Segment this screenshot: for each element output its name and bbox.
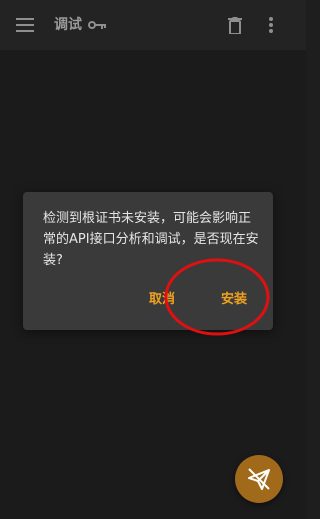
key-button[interactable] <box>87 15 107 35</box>
delete-button[interactable] <box>225 14 245 36</box>
install-button[interactable]: 安装 <box>221 290 247 310</box>
more-vertical-icon <box>269 17 273 33</box>
page-title: 调试 <box>54 17 82 33</box>
capture-toggle-fab[interactable] <box>235 455 283 503</box>
send-off-icon <box>248 468 270 490</box>
menu-icon <box>16 18 34 32</box>
app-bar: 调试 <box>0 0 306 50</box>
menu-button[interactable] <box>12 13 38 37</box>
install-cert-dialog: 检测到根证书未安装，可能会影响正常的API接口分析和调试，是否现在安装? 取消 … <box>23 192 273 330</box>
key-icon <box>88 21 106 29</box>
cancel-button[interactable]: 取消 <box>149 290 175 310</box>
trash-icon <box>228 16 242 34</box>
dialog-message: 检测到根证书未安装，可能会影响正常的API接口分析和调试，是否现在安装? <box>43 211 259 268</box>
more-options-button[interactable] <box>262 13 280 37</box>
